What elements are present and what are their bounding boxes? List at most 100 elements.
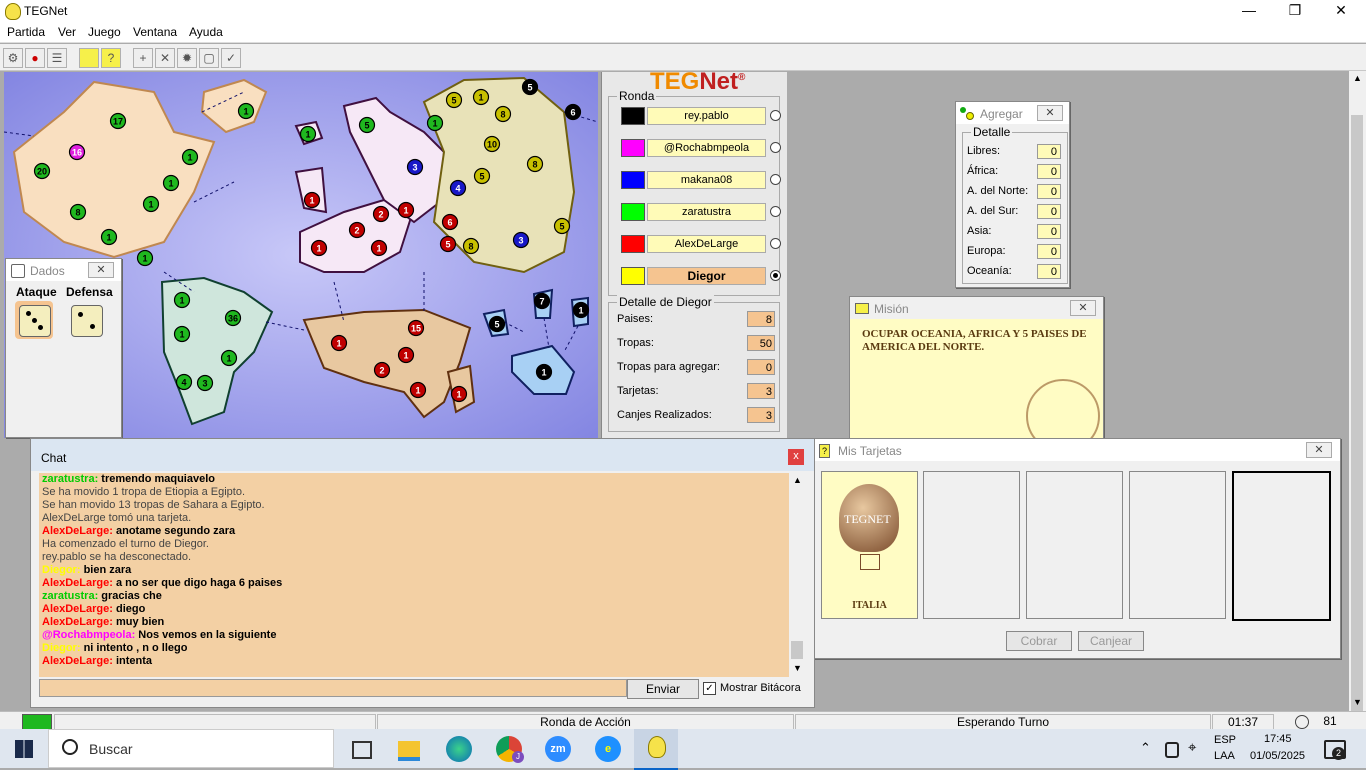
chat-log[interactable]: zaratustra: tremendo maquiavelo Se ha mov…: [39, 473, 789, 677]
ronda-title: Ronda: [617, 89, 657, 103]
player-radio[interactable]: [770, 142, 781, 153]
card-slot-4[interactable]: [1129, 471, 1226, 619]
army-count: 1: [179, 330, 184, 340]
army-count: 1: [148, 200, 153, 210]
chat-message: diego: [115, 603, 146, 615]
internet-explorer-icon[interactable]: e: [595, 736, 621, 762]
scroll-thumb[interactable]: [1351, 115, 1363, 715]
taskbar-date[interactable]: 01/05/2025: [1250, 750, 1305, 762]
edge-icon[interactable]: [446, 736, 472, 762]
player-color-swatch: [621, 203, 645, 221]
lang-label-2[interactable]: LAA: [1214, 750, 1235, 762]
dados-title: Dados: [30, 264, 65, 278]
menu-partida[interactable]: Partida: [7, 25, 45, 39]
mission-icon[interactable]: [79, 48, 99, 68]
player-color-swatch: [621, 139, 645, 157]
add-icon[interactable]: +: [133, 48, 153, 68]
cobrar-button[interactable]: Cobrar: [1006, 631, 1072, 651]
zoom-icon[interactable]: zm: [545, 736, 571, 762]
list-icon[interactable]: ☰: [47, 48, 67, 68]
chat-scroll-down-icon[interactable]: ▼: [793, 663, 802, 673]
tray-chevron-icon[interactable]: ⌃: [1140, 740, 1151, 756]
tarjetas-close-button[interactable]: ✕: [1306, 442, 1332, 458]
army-count: 1: [578, 306, 583, 316]
taskbar-search[interactable]: Buscar: [48, 729, 334, 768]
agregar-value: 0: [1037, 264, 1061, 279]
taskbar-clock[interactable]: 17:45: [1264, 733, 1292, 745]
chat-line: AlexDeLarge: intenta: [39, 655, 789, 668]
chat-scroll-up-icon[interactable]: ▲: [793, 475, 802, 485]
status-blank: [54, 714, 376, 730]
player-radio[interactable]: [770, 174, 781, 185]
lang-label-1[interactable]: ESP: [1214, 734, 1236, 746]
card-slot-3[interactable]: [1026, 471, 1123, 619]
tray-meet-icon[interactable]: [1165, 742, 1179, 758]
army-count: 4: [181, 378, 186, 388]
army-count: 1: [478, 93, 483, 103]
mostrar-bitacora-checkbox[interactable]: ✓: [703, 682, 716, 695]
card-icon[interactable]: ?: [101, 48, 121, 68]
dados-close-button[interactable]: ✕: [88, 262, 114, 278]
status-turn: Esperando Turno: [795, 714, 1211, 730]
chat-user: zaratustra:: [42, 590, 102, 602]
maximize-icon[interactable]: ❐: [1272, 2, 1318, 19]
chat-message: a no ser que digo haga 6 paises: [115, 577, 283, 589]
army-count: 1: [456, 390, 461, 400]
minimize-icon[interactable]: —: [1226, 2, 1272, 18]
chat-scrollbar[interactable]: ▲ ▼: [789, 473, 805, 677]
chat-user: AlexDeLarge:: [42, 577, 116, 589]
army-count: 1: [541, 368, 546, 378]
chat-message: Nos vemos en la siguiente: [138, 629, 277, 641]
player-color-swatch: [621, 171, 645, 189]
attack-icon[interactable]: ✕: [155, 48, 175, 68]
scroll-up-icon[interactable]: ▲: [1353, 73, 1362, 83]
army-count: 1: [376, 244, 381, 254]
main-scrollbar[interactable]: ▲ ▼: [1349, 71, 1366, 715]
dice-icon: [11, 264, 25, 278]
player-radio[interactable]: [770, 270, 781, 281]
chat-line: zaratustra: gracias che: [39, 590, 789, 603]
task-view-icon[interactable]: [352, 741, 372, 759]
army-count: 1: [243, 107, 248, 117]
end-turn-icon[interactable]: ✓: [221, 48, 241, 68]
card-slot-5[interactable]: [1232, 471, 1331, 621]
take-card-icon[interactable]: ▢: [199, 48, 219, 68]
chat-line: AlexDeLarge: muy bien: [39, 616, 789, 629]
player-radio[interactable]: [770, 206, 781, 217]
scroll-down-icon[interactable]: ▼: [1353, 697, 1362, 707]
menu-ventana[interactable]: Ventana: [133, 25, 177, 39]
mision-close-button[interactable]: ✕: [1070, 300, 1096, 316]
chat-line: AlexDeLarge: anotame segundo zara: [39, 525, 789, 538]
army-count: 1: [309, 196, 314, 206]
army-count: 3: [518, 236, 523, 246]
players-icon[interactable]: ●: [25, 48, 45, 68]
player-radio[interactable]: [770, 238, 781, 249]
army-count: 7: [539, 297, 544, 307]
file-explorer-icon[interactable]: [398, 741, 420, 761]
close-icon[interactable]: ✕: [1318, 2, 1364, 19]
chat-input[interactable]: [39, 679, 627, 697]
menu-ver[interactable]: Ver: [58, 25, 76, 39]
chat-scroll-thumb[interactable]: [791, 641, 803, 659]
menu-ayuda[interactable]: Ayuda: [189, 25, 223, 39]
card-slot-2[interactable]: [923, 471, 1020, 619]
connect-icon[interactable]: ⚙: [3, 48, 23, 68]
mision-window: Misión ✕ OCUPAR OCEANIA, AFRICA Y 5 PAIS…: [849, 296, 1104, 453]
army-count: 1: [432, 119, 437, 129]
card-logo: TEGNET: [844, 512, 891, 526]
windows-start-icon[interactable]: [15, 740, 33, 758]
menu-juego[interactable]: Juego: [88, 25, 121, 39]
agregar-value: 0: [1037, 184, 1061, 199]
player-radio[interactable]: [770, 110, 781, 121]
ronda-group: Ronda rey.pablo @Rochabmpeola makana08 zara…: [608, 89, 781, 296]
enviar-button[interactable]: Enviar: [627, 679, 699, 699]
agregar-close-button[interactable]: ✕: [1037, 105, 1063, 121]
detalle-label: Tarjetas:: [617, 385, 659, 397]
card-italia[interactable]: TEGNET ITALIA: [821, 471, 918, 619]
regroup-icon[interactable]: ✹: [177, 48, 197, 68]
tray-network-icon[interactable]: ⌖: [1188, 739, 1196, 756]
canjear-button[interactable]: Canjear: [1078, 631, 1144, 651]
chat-close-button[interactable]: x: [788, 449, 804, 465]
detalle-label: Tropas:: [617, 337, 654, 349]
army-count: 20: [37, 167, 47, 177]
